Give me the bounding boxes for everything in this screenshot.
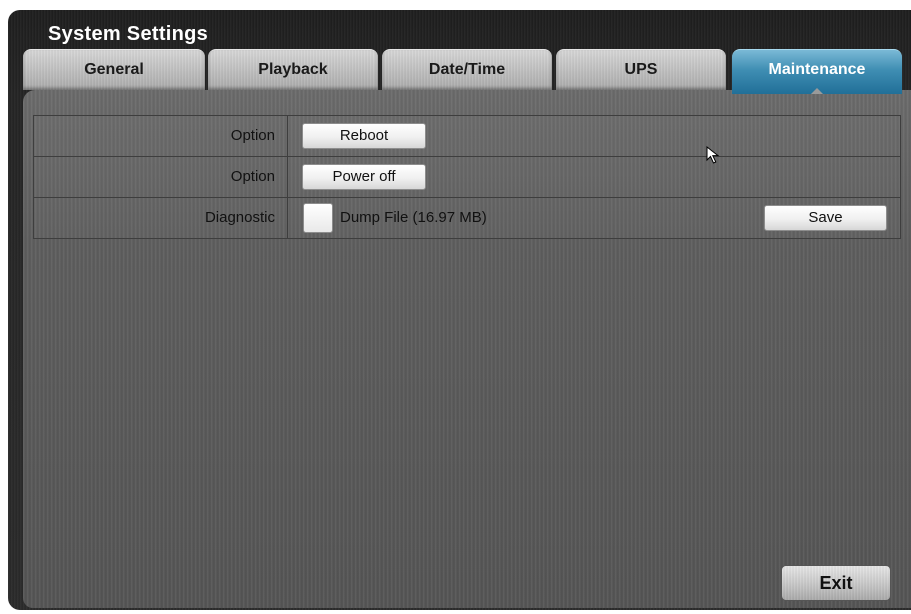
tab-playback[interactable]: Playback xyxy=(208,49,378,90)
diagnostic-row: Diagnostic Dump File (16.97 MB) Save xyxy=(33,198,901,239)
exit-button[interactable]: Exit xyxy=(781,565,891,601)
dump-file-checkbox[interactable] xyxy=(303,203,333,233)
option-label: Option xyxy=(230,168,275,185)
maintenance-options: Option Reboot Option Power off Diagnosti… xyxy=(33,115,901,239)
save-button[interactable]: Save xyxy=(764,205,887,231)
diagnostic-label: Diagnostic xyxy=(204,209,275,226)
tab-general[interactable]: General xyxy=(23,49,205,90)
tab-maintenance[interactable]: Maintenance xyxy=(732,49,902,94)
tab-date-time[interactable]: Date/Time xyxy=(382,49,552,90)
reboot-option-row: Option Reboot xyxy=(33,115,901,157)
row-divider xyxy=(287,157,288,197)
dump-file-label: Dump File (16.97 MB) xyxy=(340,209,487,226)
power-off-option-row: Option Power off xyxy=(33,157,901,198)
option-label: Option xyxy=(230,127,275,144)
tab-ups[interactable]: UPS xyxy=(556,49,726,90)
mouse-pointer-icon xyxy=(706,146,720,164)
window-title: System Settings xyxy=(48,23,209,45)
row-divider xyxy=(287,198,288,238)
row-divider xyxy=(287,116,288,156)
power-off-button[interactable]: Power off xyxy=(302,164,426,190)
reboot-button[interactable]: Reboot xyxy=(302,123,426,149)
